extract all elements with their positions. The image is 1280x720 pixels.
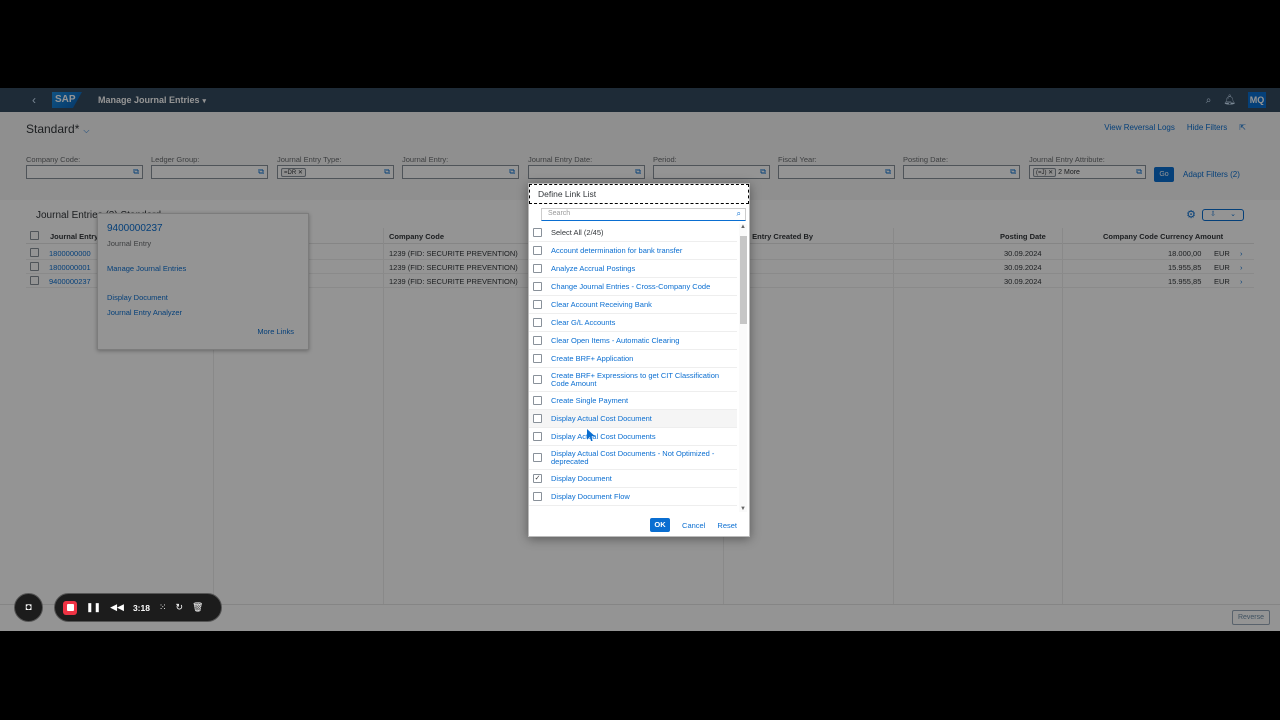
scroll-thumb[interactable] — [740, 236, 747, 324]
checkbox[interactable] — [533, 492, 542, 501]
item-label: Create Single Payment — [551, 395, 629, 405]
checkbox[interactable] — [533, 300, 542, 309]
checkbox[interactable] — [533, 354, 542, 363]
link-list: Select All (2/45) Account determination f… — [529, 224, 737, 516]
recorder-controls: ❚❚ ◀◀ 3:18 ⁙ ↻ 🗑︎ — [54, 593, 222, 622]
item-label: Create BRF+ Expressions to get CIT Class… — [551, 370, 720, 388]
item-label: Clear Open Items - Automatic Clearing — [551, 335, 680, 345]
link-list-item[interactable]: Create Single Payment — [529, 392, 737, 410]
search-input[interactable]: Search ⌕ — [541, 208, 746, 221]
checkbox[interactable] — [533, 414, 542, 423]
item-label: Analyze Accrual Postings — [551, 263, 636, 273]
grid-icon[interactable]: ⁙ — [159, 602, 167, 613]
item-label: Display Actual Cost Documents - Not Opti… — [551, 448, 715, 466]
scroll-down-icon[interactable]: ▼ — [740, 506, 746, 512]
checkbox[interactable] — [533, 264, 542, 273]
stop-recording-button[interactable] — [63, 600, 77, 615]
dialog-footer: OK Cancel Reset — [529, 514, 749, 536]
link-list-item[interactable]: Clear G/L Accounts — [529, 314, 737, 332]
scroll-up-icon[interactable]: ▲ — [740, 224, 746, 230]
checkbox[interactable] — [533, 396, 542, 405]
rewind-icon[interactable]: ◀◀ — [110, 602, 124, 613]
reset-button[interactable]: Reset — [717, 521, 737, 530]
search-icon[interactable]: ⌕ — [737, 209, 741, 219]
link-list-item[interactable]: Create BRF+ Expressions to get CIT Class… — [529, 368, 737, 392]
link-list-item[interactable]: Display Actual Cost Documents — [529, 428, 737, 446]
pause-icon[interactable]: ❚❚ — [86, 602, 101, 613]
link-list-item[interactable]: Clear Account Receiving Bank — [529, 296, 737, 314]
search-placeholder: Search — [548, 210, 571, 217]
cancel-button[interactable]: Cancel — [682, 521, 705, 530]
item-label: Display Actual Cost Documents — [551, 431, 656, 441]
app-screen: ‹ SAP Manage Journal Entries ▾ ⌕ 🔔︎ MQ St… — [0, 88, 1280, 631]
link-list-item[interactable]: Analyze Accrual Postings — [529, 260, 737, 278]
trash-icon[interactable]: 🗑︎ — [192, 602, 203, 613]
checkbox[interactable] — [533, 318, 542, 327]
link-list-item[interactable]: Account determination for bank transfer — [529, 242, 737, 260]
recording-time: 3:18 — [132, 602, 150, 613]
stop-icon — [66, 604, 74, 611]
item-label: Create BRF+ Application — [551, 353, 634, 363]
link-list-item[interactable]: ✓ Display Document — [529, 470, 737, 488]
checkbox[interactable] — [533, 375, 542, 384]
item-label: Select All (2/45) — [551, 227, 604, 237]
camera-icon[interactable]: ◘ — [14, 593, 43, 622]
screen-recorder-toolbar: ◘ ❚❚ ◀◀ 3:18 ⁙ ↻ 🗑︎ — [14, 593, 222, 622]
item-label: Clear Account Receiving Bank — [551, 299, 652, 309]
checkbox[interactable] — [533, 228, 542, 237]
item-label: Display Document — [551, 473, 612, 483]
item-label: Clear G/L Accounts — [551, 317, 616, 327]
link-list-item[interactable]: Create BRF+ Application — [529, 350, 737, 368]
checkbox[interactable] — [533, 282, 542, 291]
checkbox[interactable] — [533, 336, 542, 345]
link-list-item[interactable]: Display Actual Cost Documents - Not Opti… — [529, 446, 737, 470]
checkbox[interactable] — [533, 453, 542, 462]
item-label: Change Journal Entries - Cross-Company C… — [551, 281, 711, 291]
restart-icon[interactable]: ↻ — [176, 602, 184, 613]
item-label: Account determination for bank transfer — [551, 245, 683, 255]
define-link-list-dialog: Define Link List Search ⌕ Select All (2/4… — [528, 183, 750, 537]
checkbox-checked[interactable]: ✓ — [533, 474, 542, 483]
ok-button[interactable]: OK — [650, 518, 671, 532]
item-label: Display Document Flow — [551, 491, 630, 501]
link-list-item[interactable]: Change Journal Entries - Cross-Company C… — [529, 278, 737, 296]
dialog-title: Define Link List — [529, 184, 749, 204]
select-all-item[interactable]: Select All (2/45) — [529, 224, 737, 242]
link-list-item[interactable]: Clear Open Items - Automatic Clearing — [529, 332, 737, 350]
item-label: Display Actual Cost Document — [551, 413, 652, 423]
checkbox[interactable] — [533, 432, 542, 441]
checkbox[interactable] — [533, 246, 542, 255]
link-list-item[interactable]: Display Actual Cost Document — [529, 410, 737, 428]
scrollbar[interactable]: ▲ ▼ — [739, 224, 747, 512]
link-list-item[interactable]: Display Document Flow — [529, 488, 737, 506]
